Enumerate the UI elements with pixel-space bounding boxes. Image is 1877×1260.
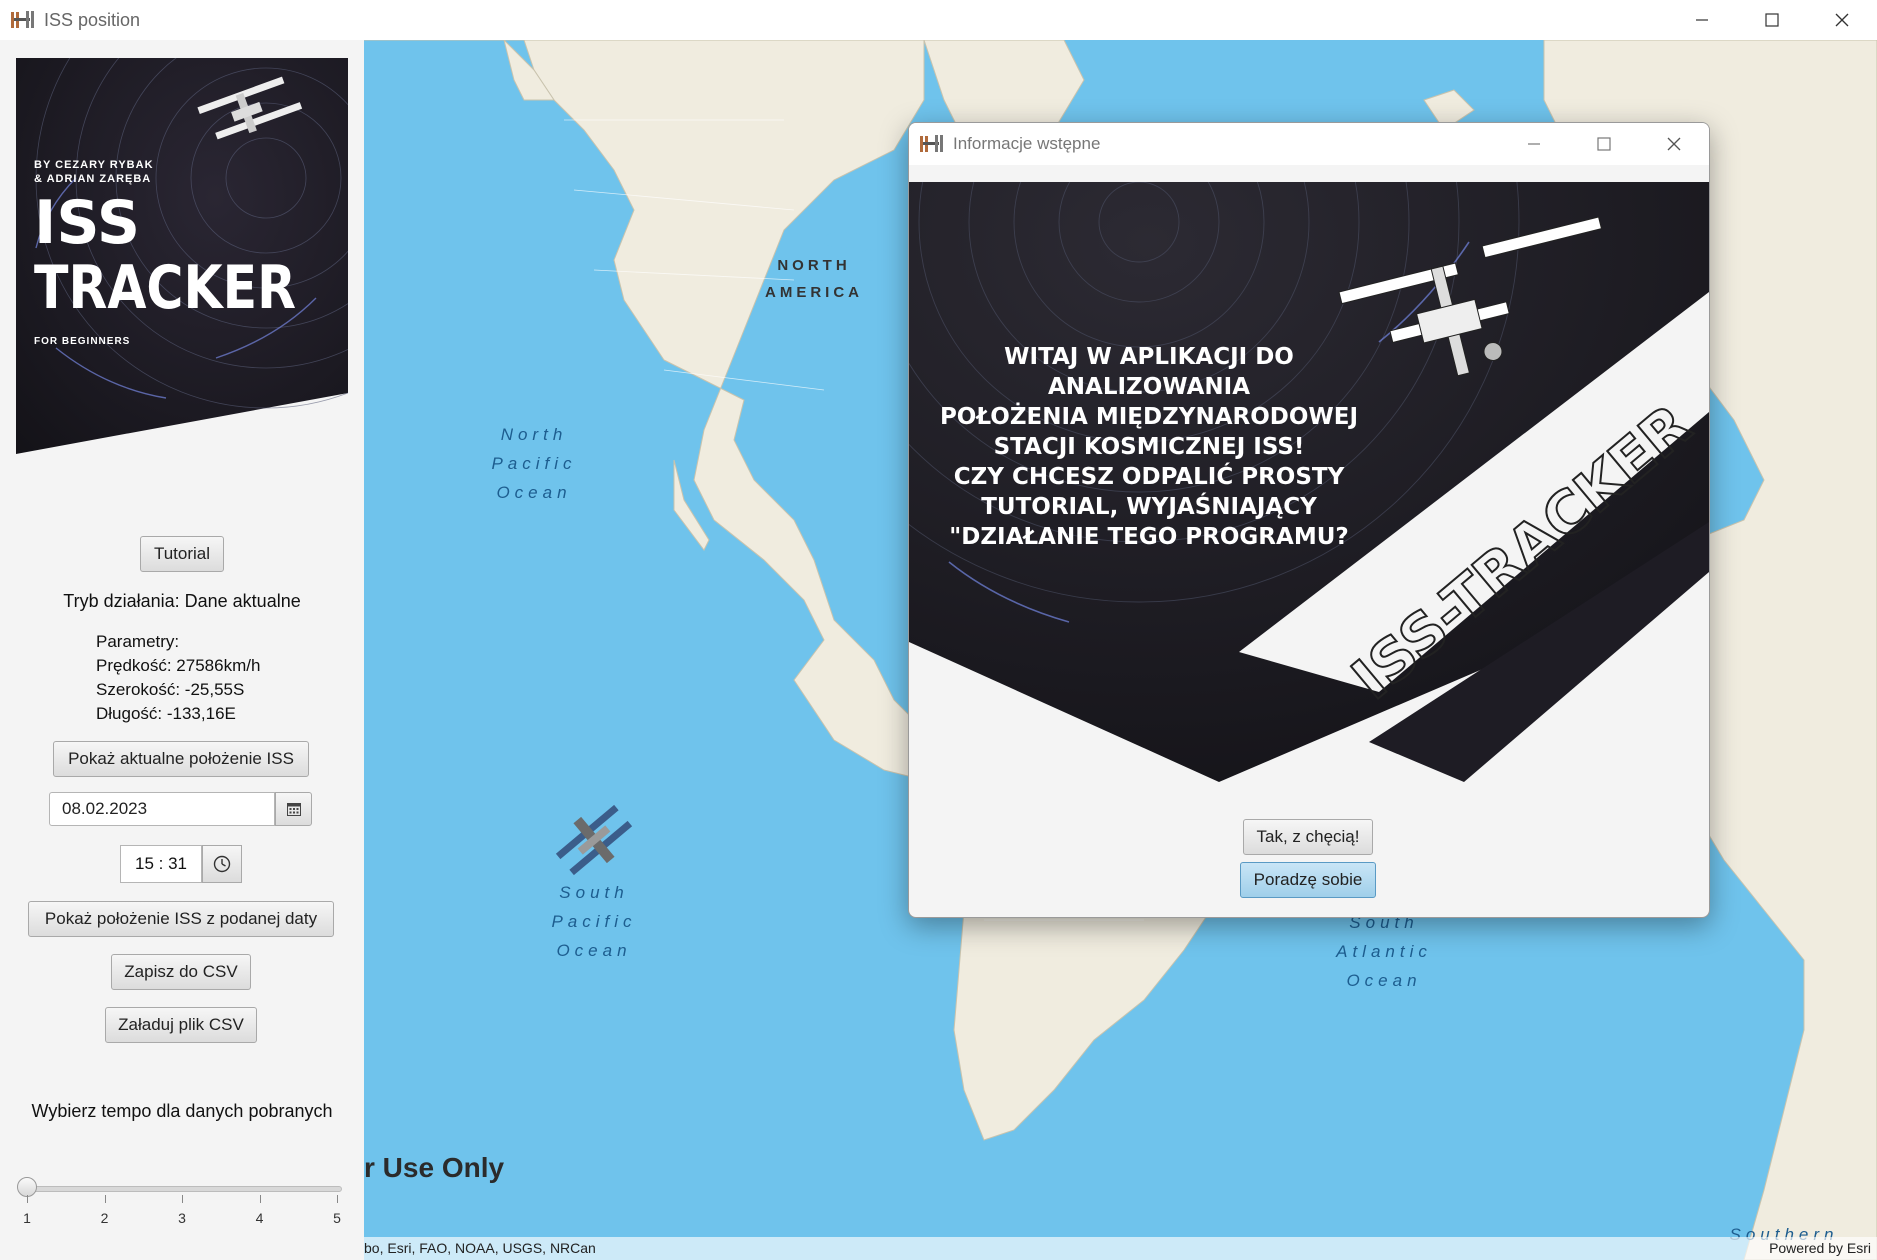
slider-tick-label: 3 <box>178 1210 186 1226</box>
maximize-icon <box>1765 13 1779 27</box>
date-picker-field[interactable]: 08.02.2023 <box>49 792 275 826</box>
intro-dialog: Informacje wstępne ISS-TRACKER WITAJ W A… <box>908 122 1710 918</box>
iss-tracker-cover-image: BY CEZARY RYBAK & ADRIAN ZARĘBA ISS TRAC… <box>16 58 348 454</box>
slider-tick <box>259 1195 261 1203</box>
iss-position-marker-icon <box>555 804 633 876</box>
label-south-atlantic: South Atlantic Ocean <box>1336 913 1432 990</box>
label-south-pacific: South Pacific Ocean <box>551 883 637 960</box>
cover-title-line1: ISS <box>34 188 140 258</box>
time-field[interactable]: 15 : 31 <box>120 845 202 883</box>
welcome-line: CZY CHCESZ ODPALIĆ PROSTY <box>953 464 1345 490</box>
close-icon <box>1835 13 1849 27</box>
params-heading: Parametry: <box>96 632 180 651</box>
slider-tick-label: 5 <box>333 1210 341 1226</box>
load-csv-button[interactable]: Załaduj plik CSV <box>105 1007 257 1043</box>
speed-slider-thumb[interactable] <box>17 1177 37 1197</box>
cover-authors-line1: BY CEZARY RYBAK <box>34 159 154 171</box>
speed-slider-track[interactable] <box>26 1186 342 1192</box>
maximize-button[interactable] <box>1737 0 1807 40</box>
dialog-title: Informacje wstępne <box>953 134 1101 153</box>
show-current-position-button[interactable]: Pokaż aktualne położenie ISS <box>53 741 309 777</box>
close-icon <box>1667 137 1681 151</box>
longitude-value: Długość: -133,16E <box>96 704 236 723</box>
cover-title-line2: TRACKER <box>34 253 296 323</box>
decline-tutorial-button[interactable]: Poradzę sobie <box>1240 862 1376 898</box>
label-north-pacific: North Pacific Ocean <box>491 425 577 502</box>
welcome-line: TUTORIAL, WYJAŚNIAJĄCY <box>981 494 1317 520</box>
dialog-maximize-button[interactable] <box>1569 123 1639 165</box>
accept-tutorial-button[interactable]: Tak, z chęcią! <box>1243 819 1373 855</box>
slider-tick-label: 1 <box>23 1210 31 1226</box>
powered-by-esri[interactable]: Powered by Esri <box>1769 1237 1871 1260</box>
parameters-block: Parametry: Prędkość: 27586km/h Szerokość… <box>96 630 260 726</box>
welcome-message: WITAJ W APLIKACJI DO ANALIZOWANIA POŁOŻENI… <box>939 342 1359 552</box>
app-logo-icon <box>11 11 34 28</box>
welcome-line: WITAJ W APLIKACJI DO <box>1004 344 1294 370</box>
attribution-text: bo, Esri, FAO, NOAA, USGS, NRCan <box>364 1240 596 1256</box>
slider-tick <box>182 1195 183 1203</box>
label-north-america: NORTH AMERICA <box>765 257 863 301</box>
minimize-button[interactable] <box>1667 0 1737 40</box>
slider-tick-label: 2 <box>100 1210 109 1226</box>
speed-select-label: Wybierz tempo dla danych pobranych <box>31 1101 333 1121</box>
slider-tick <box>27 1195 28 1203</box>
welcome-banner: ISS-TRACKER WITAJ W APLIKACJI DO ANALIZOW… <box>909 182 1709 788</box>
window-title: ISS position <box>44 9 141 30</box>
dialog-minimize-button[interactable] <box>1499 123 1569 165</box>
time-picker-button[interactable] <box>202 845 242 883</box>
save-csv-button[interactable]: Zapisz do CSV <box>111 954 251 990</box>
mode-text: Tryb działania: Dane aktualne <box>63 591 301 611</box>
cover-subtitle: FOR BEGINNERS <box>34 336 130 347</box>
window-titlebar: ISS position <box>0 0 1877 40</box>
tutorial-button[interactable]: Tutorial <box>140 536 224 572</box>
maximize-icon <box>1597 137 1611 151</box>
latitude-value: Szerokość: -25,55S <box>96 680 245 699</box>
slider-tick <box>104 1195 106 1203</box>
welcome-line: "DZIAŁANIE TEGO PROGRAMU? <box>949 524 1349 550</box>
calendar-button[interactable] <box>275 792 312 826</box>
slider-tick <box>337 1195 338 1203</box>
minimize-icon <box>1696 19 1708 21</box>
slider-tick-label: 4 <box>255 1210 264 1226</box>
welcome-line: STACJI KOSMICZNEJ ISS! <box>993 434 1305 460</box>
calendar-icon <box>286 803 301 816</box>
speed-value: Prędkość: 27586km/h <box>96 656 261 675</box>
clock-icon <box>213 855 231 873</box>
minimize-icon <box>1528 143 1540 145</box>
dialog-close-button[interactable] <box>1639 123 1709 165</box>
close-button[interactable] <box>1807 0 1877 40</box>
welcome-line: ANALIZOWANIA <box>1047 374 1251 400</box>
map-watermark: r Use Only <box>364 1152 505 1183</box>
sidebar-panel: BY CEZARY RYBAK & ADRIAN ZARĘBA ISS TRAC… <box>0 40 364 1260</box>
show-position-by-date-button[interactable]: Pokaż położenie ISS z podanej daty <box>28 901 334 937</box>
dialog-app-logo-icon <box>920 135 943 152</box>
dialog-titlebar: Informacje wstępne <box>909 123 1709 165</box>
map-attribution-bar: bo, Esri, FAO, NOAA, USGS, NRCan Powered… <box>364 1237 1877 1260</box>
welcome-line: POŁOŻENIA MIĘDZYNARODOWEJ <box>939 404 1359 430</box>
cover-authors-line2: & ADRIAN ZARĘBA <box>34 173 151 185</box>
